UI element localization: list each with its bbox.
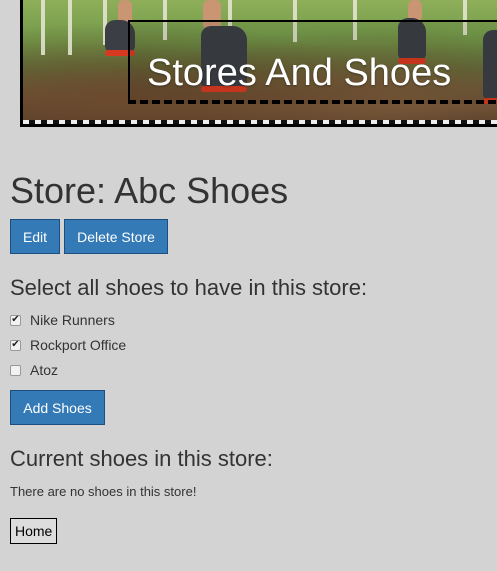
checkbox-nike-runners[interactable]: ✔: [10, 314, 21, 326]
shoe-option-nike-runners[interactable]: ✔ Nike Runners: [10, 312, 115, 328]
shoe-option-rockport-office[interactable]: ✔ Rockport Office: [10, 337, 126, 353]
shoe-option-atoz[interactable]: Atoz: [10, 362, 58, 378]
current-shoes-heading: Current shoes in this store:: [10, 446, 273, 471]
shoe-option-label: Atoz: [30, 362, 59, 378]
add-shoes-button[interactable]: Add Shoes: [10, 390, 105, 425]
home-link[interactable]: Home: [10, 518, 58, 544]
edit-button[interactable]: Edit: [10, 219, 60, 254]
select-shoes-heading: Select all shoes to have in this store:: [10, 275, 368, 300]
site-title: Stores And Shoes: [147, 52, 452, 94]
checkbox-rockport-office[interactable]: ✔: [10, 339, 21, 351]
checkbox-atoz[interactable]: [10, 364, 21, 376]
banner-divider: [23, 120, 497, 124]
shoe-option-label: Rockport Office: [30, 337, 127, 353]
empty-shoes-message: There are no shoes in this store!: [10, 484, 197, 499]
delete-store-button[interactable]: Delete Store: [64, 219, 168, 254]
store-heading: Store: Abc Shoes: [10, 170, 289, 211]
shoe-option-label: Nike Runners: [30, 312, 115, 328]
